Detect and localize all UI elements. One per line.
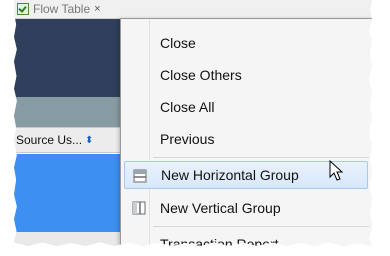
- screenshot-frame: Flow Table × Source Us... ⬍ Close Close …: [14, 0, 372, 246]
- mouse-pointer-icon: [329, 160, 344, 181]
- horizontal-split-icon: [133, 169, 147, 183]
- menu-item-label: New Vertical Group: [160, 200, 281, 216]
- sort-arrows-icon[interactable]: ⬍: [85, 135, 93, 146]
- menu-item-close-all[interactable]: Close All: [124, 93, 368, 121]
- tab-close-icon[interactable]: ×: [94, 3, 100, 15]
- grid-header-band: [14, 19, 134, 97]
- menu-item-previous[interactable]: Previous: [124, 125, 368, 153]
- menu-item-label: Close Others: [160, 67, 242, 83]
- menu-item-label: Close: [160, 35, 196, 51]
- menu-item-label: New Horizontal Group: [161, 167, 299, 183]
- tab-title: Flow Table: [33, 2, 91, 16]
- menu-item-transaction-report[interactable]: Transaction Report...: [124, 230, 368, 246]
- menu-item-label: Close All: [160, 99, 215, 115]
- vertical-split-icon: [132, 201, 146, 215]
- menu-item-label: Transaction Report...: [160, 236, 291, 246]
- tab-context-menu: Close Close Others Close All Previous Ne…: [120, 18, 372, 246]
- flow-table-check-icon: [17, 3, 29, 15]
- menu-item-label: Previous: [160, 131, 215, 147]
- column-header-label: Source Us...: [16, 133, 83, 147]
- column-header-source-user[interactable]: Source Us... ⬍: [14, 127, 134, 153]
- menu-item-new-vertical-group[interactable]: New Vertical Group: [124, 194, 368, 222]
- grid-subheader-band: [14, 97, 134, 127]
- menu-item-close-others[interactable]: Close Others: [124, 61, 368, 89]
- document-tab-bar: Flow Table ×: [14, 0, 372, 19]
- menu-item-close[interactable]: Close: [124, 29, 368, 57]
- menu-separator: [153, 157, 369, 158]
- grid-footer-area: [14, 232, 134, 246]
- selected-row-area[interactable]: [14, 154, 134, 232]
- menu-separator: [153, 226, 369, 227]
- tab-flow-table[interactable]: Flow Table ×: [14, 0, 114, 18]
